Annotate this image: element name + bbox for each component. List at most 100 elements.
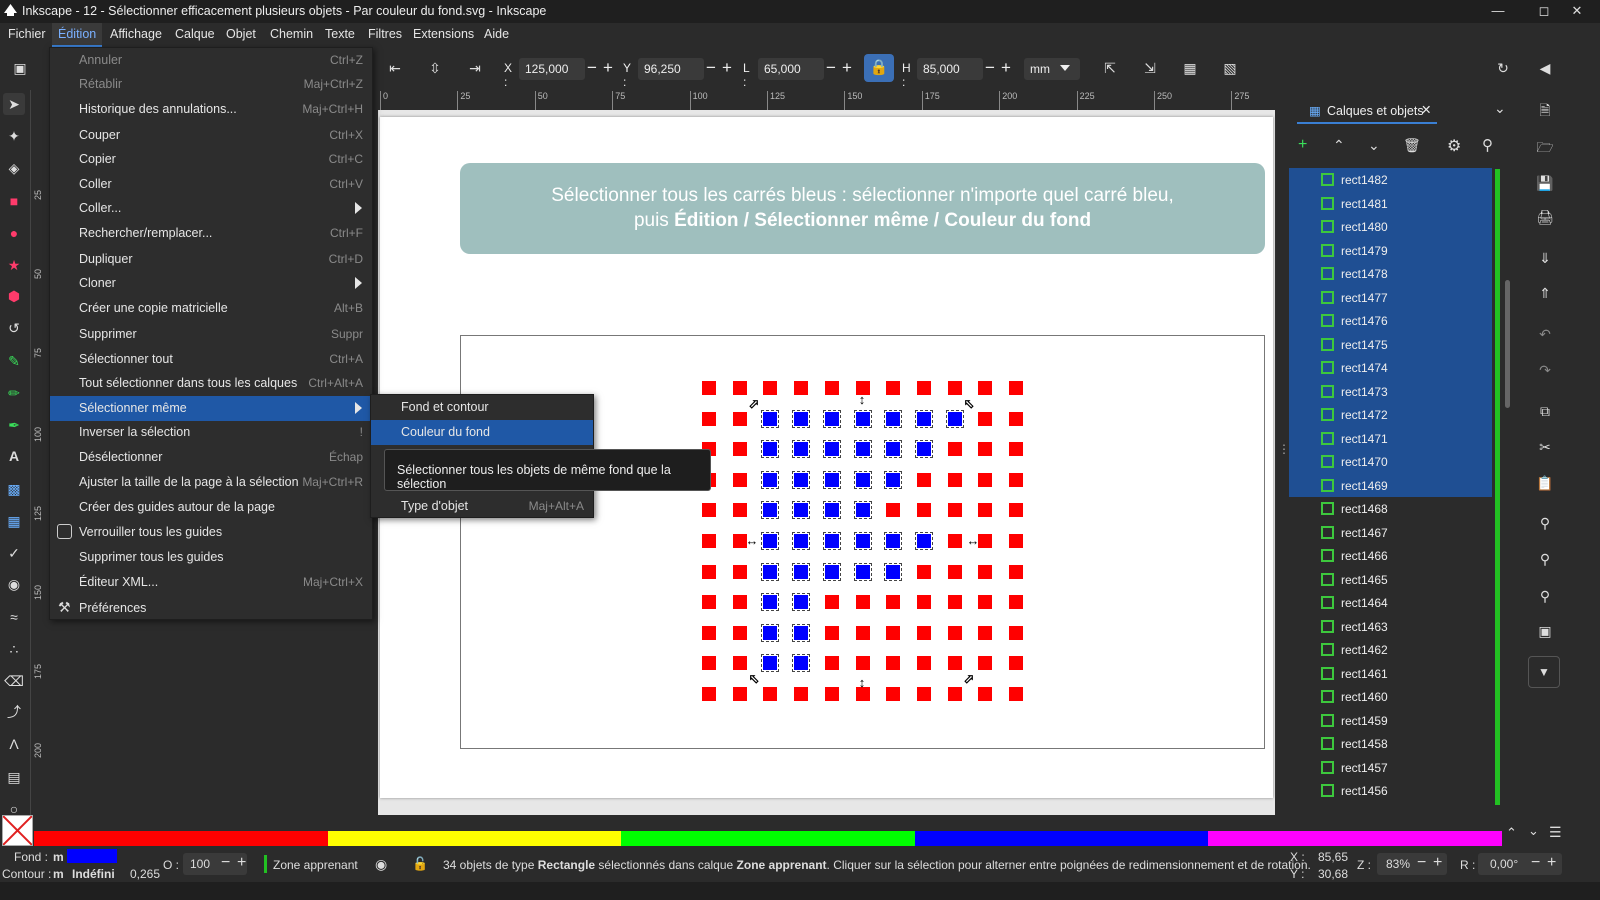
red-square[interactable] [702,595,716,609]
scale-stroke-icon[interactable]: ⇱ [1099,57,1121,79]
pen-tool-icon[interactable]: ✎ [3,350,25,372]
edit-menu-item[interactable]: Créer des guides autour de la page [50,495,372,520]
menu-objet[interactable]: Objet [226,27,256,41]
height-increment-button[interactable]: + [1001,58,1011,78]
red-square[interactable] [886,656,900,670]
red-square[interactable] [733,595,747,609]
blue-square[interactable] [915,440,933,458]
menu-chemin[interactable]: Chemin [270,27,313,41]
object-row[interactable]: rect1465 [1289,568,1492,592]
blue-square[interactable] [823,563,841,581]
mesh-tool-icon[interactable]: ▦ [3,510,25,532]
red-square[interactable] [702,503,716,517]
red-square[interactable] [763,381,777,395]
blue-square[interactable] [761,563,779,581]
red-square[interactable] [978,687,992,701]
x-increment-button[interactable]: + [603,58,613,78]
red-square[interactable] [917,687,931,701]
object-row[interactable]: rect1471 [1289,426,1492,450]
snap-icon[interactable]: ↻ [1492,57,1514,79]
red-square[interactable] [978,656,992,670]
red-square[interactable] [733,565,747,579]
red-square[interactable] [1009,503,1023,517]
red-square[interactable] [886,687,900,701]
blue-square[interactable] [854,532,872,550]
blue-square[interactable] [823,410,841,428]
object-row[interactable]: rect1477 [1289,285,1492,309]
height-input[interactable]: 85,000 [917,58,983,80]
edit-menu-item[interactable]: Coller Ctrl+V [50,172,372,197]
scale-handle-bottom[interactable]: ↕ [854,675,870,691]
scale-handle-bottom-left[interactable]: ⬁ [746,671,762,687]
blue-square[interactable] [761,440,779,458]
menu-texte[interactable]: Texte [325,27,355,41]
box-3d-tool-icon[interactable]: ⬢ [3,285,25,307]
red-square[interactable] [948,687,962,701]
edit-menu-item[interactable]: Copier Ctrl+C [50,147,372,172]
paint-bucket-tool-icon[interactable]: ◉ [3,573,25,595]
red-square[interactable] [733,687,747,701]
edit-menu-item[interactable]: Éditeur XML... Maj+Ctrl+X [50,570,372,595]
edit-menu-item[interactable]: Supprimer Suppr [50,322,372,347]
blue-square[interactable] [823,501,841,519]
scale-handle-left[interactable]: ↔ [744,533,760,549]
no-paint-swatch[interactable] [2,815,33,846]
blue-square[interactable] [854,440,872,458]
red-square[interactable] [978,595,992,609]
blue-square[interactable] [884,410,902,428]
select-same-item[interactable]: Fond et contour [371,395,593,420]
object-row[interactable]: rect1481 [1289,191,1492,215]
edit-menu-item[interactable]: Supprimer tous les guides [50,545,372,570]
red-square[interactable] [978,473,992,487]
edit-menu-item[interactable]: Coller... [50,196,372,221]
print-icon[interactable]: 🖨 [1534,206,1556,228]
red-square[interactable] [825,626,839,640]
object-row[interactable]: rect1464 [1289,591,1492,615]
transform-patterns-icon[interactable]: ▧ [1219,57,1241,79]
red-square[interactable] [948,534,962,548]
object-row[interactable]: rect1463 [1289,615,1492,639]
object-row[interactable]: rect1456 [1289,779,1492,803]
blue-square[interactable] [792,532,810,550]
red-square[interactable] [825,687,839,701]
edit-menu-item[interactable]: Verrouiller tous les guides [50,520,372,545]
calligraphy-tool-icon[interactable]: ✒ [3,414,25,436]
red-square[interactable] [978,626,992,640]
edit-menu-item[interactable]: Désélectionner Échap [50,445,372,470]
zoom-drawing-icon[interactable]: ⚲ [1534,548,1556,570]
zoom-page-icon[interactable]: ⚲ [1534,585,1556,607]
red-square[interactable] [917,381,931,395]
lock-ratio-button[interactable]: 🔒 [864,54,894,82]
palette-scroll-down-icon[interactable]: ⌄ [1528,823,1539,839]
red-square[interactable] [917,473,931,487]
red-square[interactable] [917,565,931,579]
red-square[interactable] [856,626,870,640]
paste-icon[interactable]: 📋 [1534,472,1556,494]
transform-gradients-icon[interactable]: ▦ [1179,57,1201,79]
red-square[interactable] [702,626,716,640]
edit-menu-item[interactable]: Dupliquer Ctrl+D [50,247,372,272]
red-square[interactable] [1009,595,1023,609]
red-square[interactable] [917,626,931,640]
blue-square[interactable] [884,563,902,581]
trash-icon[interactable]: 🗑 [1403,137,1421,154]
width-decrement-button[interactable]: − [826,58,836,78]
height-decrement-button[interactable]: − [985,58,995,78]
select-same-item[interactable]: Type d'objet Maj+Alt+A [371,494,593,519]
width-input[interactable]: 65,000 [758,58,824,80]
node-tool-icon[interactable]: ✦ [3,125,25,147]
object-row[interactable]: rect1460 [1289,685,1492,709]
red-square[interactable] [702,381,716,395]
blue-square[interactable] [915,532,933,550]
blue-square[interactable] [854,501,872,519]
menu-extensions[interactable]: Extensions [413,27,474,41]
blue-square[interactable] [792,410,810,428]
unlock-icon[interactable]: 🔓 [412,856,428,872]
object-row[interactable]: rect1476 [1289,309,1492,333]
lock-guides-checkbox[interactable] [57,524,72,539]
blue-square[interactable] [761,471,779,489]
edit-menu-item[interactable]: Couper Ctrl+X [50,123,372,148]
blue-square[interactable] [884,471,902,489]
object-row[interactable]: rect1461 [1289,662,1492,686]
object-row[interactable]: rect1468 [1289,497,1492,521]
